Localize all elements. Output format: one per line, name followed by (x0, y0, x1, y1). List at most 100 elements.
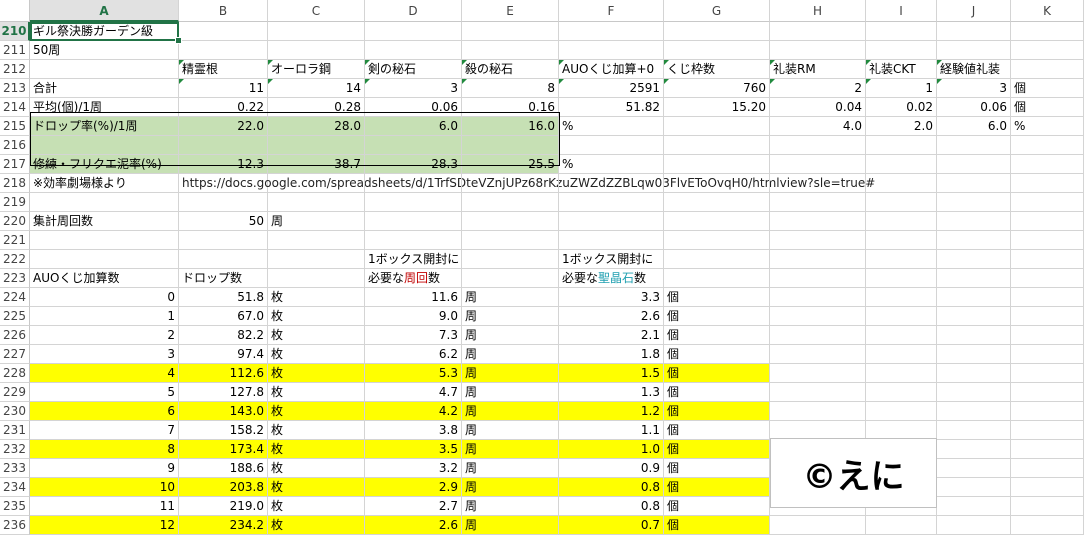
cell-k-235[interactable] (1011, 497, 1084, 516)
row-header[interactable]: 215 (0, 117, 30, 136)
cell-g-217[interactable] (664, 155, 770, 174)
cell-a-231[interactable]: 7 (30, 421, 179, 440)
cell-g-214[interactable]: 15.20 (664, 98, 770, 117)
cell-f-222[interactable]: 1ボックス開封に (559, 250, 664, 269)
cell-j-234[interactable] (937, 478, 1011, 497)
cell-i-217[interactable] (866, 155, 937, 174)
cell-b-219[interactable] (179, 193, 268, 212)
row-header[interactable]: 229 (0, 383, 30, 402)
cell-j-222[interactable] (937, 250, 1011, 269)
cell-j-235[interactable] (937, 497, 1011, 516)
row-header[interactable]: 216 (0, 136, 30, 155)
cell-e-235[interactable]: 周 (462, 497, 559, 516)
cell-b-220[interactable]: 50 (179, 212, 268, 231)
cell-c-225[interactable]: 枚 (268, 307, 365, 326)
fill-handle[interactable] (175, 37, 182, 44)
row-header[interactable]: 223 (0, 269, 30, 288)
cell-i-214[interactable]: 0.02 (866, 98, 937, 117)
cell-c-222[interactable] (268, 250, 365, 269)
cell-h-214[interactable]: 0.04 (770, 98, 866, 117)
cell-e-231[interactable]: 周 (462, 421, 559, 440)
cell-f-217[interactable]: % (559, 155, 664, 174)
cell-g-226[interactable]: 個 (664, 326, 770, 345)
cell-e-223[interactable] (462, 269, 559, 288)
cell-k-228[interactable] (1011, 364, 1084, 383)
cell-k-212[interactable] (1011, 60, 1084, 79)
cell-e-212[interactable]: 殺の秘石 (462, 60, 559, 79)
cell-h-210[interactable] (770, 22, 866, 41)
cell-d-217[interactable]: 28.3 (365, 155, 462, 174)
cell-k-226[interactable] (1011, 326, 1084, 345)
cell-k-211[interactable] (1011, 41, 1084, 60)
cell-j-214[interactable]: 0.06 (937, 98, 1011, 117)
cell-e-229[interactable]: 周 (462, 383, 559, 402)
cell-e-215[interactable]: 16.0 (462, 117, 559, 136)
cell-f-231[interactable]: 1.1 (559, 421, 664, 440)
cell-e-219[interactable] (462, 193, 559, 212)
cell-h-236[interactable] (770, 516, 866, 535)
cell-c-230[interactable]: 枚 (268, 402, 365, 421)
cell-f-220[interactable] (559, 212, 664, 231)
cell-b-216[interactable] (179, 136, 268, 155)
cell-g-227[interactable]: 個 (664, 345, 770, 364)
row-header[interactable]: 218 (0, 174, 30, 193)
cell-k-236[interactable] (1011, 516, 1084, 535)
cell-j-224[interactable] (937, 288, 1011, 307)
cell-b-211[interactable] (179, 41, 268, 60)
cell-h-227[interactable] (770, 345, 866, 364)
cell-a-227[interactable]: 3 (30, 345, 179, 364)
cell-f-230[interactable]: 1.2 (559, 402, 664, 421)
cell-d-222[interactable]: 1ボックス開封に (365, 250, 462, 269)
row-header[interactable]: 233 (0, 459, 30, 478)
cell-i-221[interactable] (866, 231, 937, 250)
cell-b-215[interactable]: 22.0 (179, 117, 268, 136)
cell-c-236[interactable]: 枚 (268, 516, 365, 535)
cell-f-229[interactable]: 1.3 (559, 383, 664, 402)
cell-a-212[interactable] (30, 60, 179, 79)
row-header[interactable]: 221 (0, 231, 30, 250)
cell-a-223[interactable]: AUOくじ加算数 (30, 269, 179, 288)
cell-d-232[interactable]: 3.5 (365, 440, 462, 459)
cell-e-227[interactable]: 周 (462, 345, 559, 364)
cell-f-211[interactable] (559, 41, 664, 60)
cell-j-230[interactable] (937, 402, 1011, 421)
cell-d-223[interactable]: 必要な周回数 (365, 269, 462, 288)
row-header[interactable]: 212 (0, 60, 30, 79)
cell-i-236[interactable] (866, 516, 937, 535)
cell-h-212[interactable]: 礼装RM (770, 60, 866, 79)
cell-c-234[interactable]: 枚 (268, 478, 365, 497)
cell-k-223[interactable] (1011, 269, 1084, 288)
cell-d-228[interactable]: 5.3 (365, 364, 462, 383)
cell-k-232[interactable] (1011, 440, 1084, 459)
cell-d-220[interactable] (365, 212, 462, 231)
cell-e-222[interactable] (462, 250, 559, 269)
cell-d-212[interactable]: 剣の秘石 (365, 60, 462, 79)
cell-j-226[interactable] (937, 326, 1011, 345)
cell-b-223[interactable]: ドロップ数 (179, 269, 268, 288)
cell-c-233[interactable]: 枚 (268, 459, 365, 478)
cell-k-215[interactable]: % (1011, 117, 1084, 136)
cell-e-217[interactable]: 25.5 (462, 155, 559, 174)
cell-d-211[interactable] (365, 41, 462, 60)
cell-f-219[interactable] (559, 193, 664, 212)
cell-g-213[interactable]: 760 (664, 79, 770, 98)
cell-i-230[interactable] (866, 402, 937, 421)
cell-a-217[interactable]: 修練・フリクエ泥率(%) (30, 155, 179, 174)
cell-b-233[interactable]: 188.6 (179, 459, 268, 478)
cell-f-223[interactable]: 必要な聖晶石数 (559, 269, 664, 288)
cell-a-221[interactable] (30, 231, 179, 250)
cell-c-227[interactable]: 枚 (268, 345, 365, 364)
cell-e-211[interactable] (462, 41, 559, 60)
row-header[interactable]: 235 (0, 497, 30, 516)
row-header[interactable]: 210 (0, 22, 30, 41)
column-header-k[interactable]: K (1011, 0, 1084, 22)
row-header[interactable]: 226 (0, 326, 30, 345)
row-header[interactable]: 231 (0, 421, 30, 440)
cell-e-213[interactable]: 8 (462, 79, 559, 98)
cell-g-219[interactable] (664, 193, 770, 212)
cell-c-223[interactable] (268, 269, 365, 288)
cell-d-226[interactable]: 7.3 (365, 326, 462, 345)
cell-k-220[interactable] (1011, 212, 1084, 231)
cell-f-216[interactable] (559, 136, 664, 155)
column-header-f[interactable]: F (559, 0, 664, 22)
